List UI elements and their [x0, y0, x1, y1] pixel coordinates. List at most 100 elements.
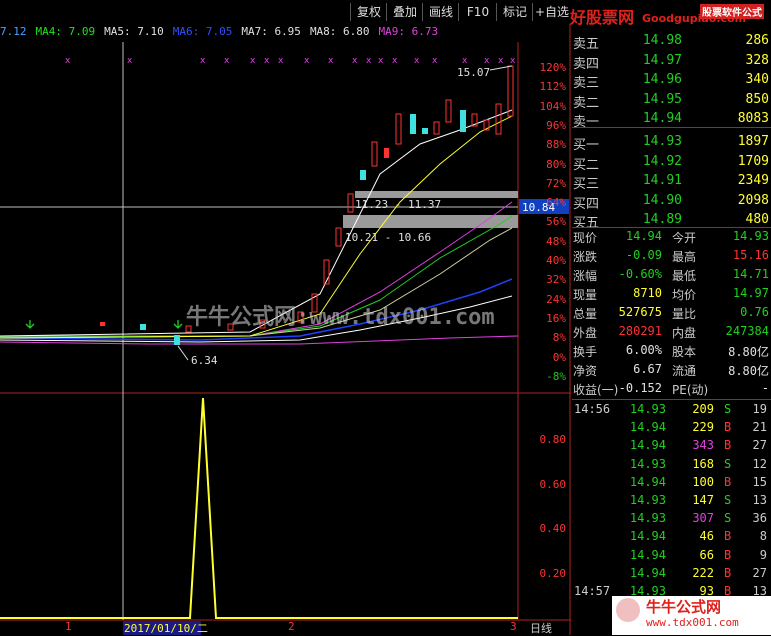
- quote-row: 换手 6.00% 股本 8.80亿: [572, 343, 771, 361]
- quote-row: 现量 8710 均价 14.97: [572, 286, 771, 304]
- book-price: 14.91: [642, 173, 682, 189]
- tick-price: 14.93: [629, 402, 666, 416]
- restore-rights-button[interactable]: 复权: [350, 3, 387, 21]
- quote-value: -0.152: [618, 381, 662, 395]
- tick-row: 14.93 168 S 12: [572, 457, 771, 475]
- quote-label-2: 均价: [672, 288, 697, 302]
- tick-price: 14.94: [629, 420, 666, 435]
- tick-row: 14.94 343 B 27: [572, 438, 771, 456]
- price-axis-label: 96%: [546, 118, 566, 132]
- tick-price: 14.93: [629, 511, 666, 526]
- price-axis-label: 8%: [552, 331, 566, 345]
- price-axis-label: 40%: [546, 254, 566, 267]
- daily-tab[interactable]: 日线: [530, 620, 552, 636]
- quote-value: -0.60%: [618, 267, 662, 281]
- quote-label-2: 今开: [672, 231, 697, 245]
- mark-button[interactable]: 标记: [496, 3, 533, 21]
- quote-value: 6.00%: [625, 343, 662, 357]
- book-price: 14.93: [642, 134, 682, 149]
- tick-volume: 307: [692, 511, 714, 526]
- ask-row[interactable]: 卖五 14.98 286: [572, 33, 771, 52]
- range-box-1: [355, 191, 518, 198]
- price-axis-label: 32%: [546, 273, 566, 287]
- tick-time: 14:57: [574, 584, 611, 598]
- book-qty: 850: [745, 91, 769, 107]
- tick-row: 14.94 222 B 27: [572, 566, 771, 584]
- x-label-1: 1: [65, 620, 72, 633]
- bid-row[interactable]: 买一 14.93 1897: [572, 134, 771, 153]
- book-label: 卖二: [573, 95, 600, 111]
- tick-count: 27: [752, 565, 767, 580]
- quote-label-2: 流通: [672, 364, 697, 378]
- kline-chart[interactable]: 10.84 11.23 - 11.37 10.21 - 10.66 xxxx x…: [0, 24, 571, 635]
- bid-row[interactable]: 买二 14.92 1709: [572, 154, 771, 173]
- tick-count: 19: [752, 402, 767, 416]
- quote-value-2: 8.80亿: [728, 364, 769, 378]
- bid-row[interactable]: 买三 14.91 2349: [572, 173, 771, 192]
- book-divider: [572, 127, 771, 128]
- tick-side: S: [724, 402, 732, 416]
- tick-count: 13: [752, 493, 767, 507]
- quote-value: 8710: [633, 286, 662, 300]
- quote-label-2: PE(动): [672, 383, 709, 397]
- price-axis-label: 64%: [546, 196, 566, 210]
- tick-side: B: [724, 420, 732, 435]
- quote-value-2: 14.97: [732, 286, 769, 300]
- tick-price: 14.94: [629, 547, 666, 562]
- ask-row[interactable]: 卖三 14.96 340: [572, 72, 771, 91]
- ask-row[interactable]: 卖二 14.95 850: [572, 92, 771, 111]
- quote-label-2: 最高: [672, 250, 697, 264]
- tick-volume: 100: [692, 474, 714, 489]
- book-label: 买二: [573, 157, 600, 173]
- quote-value-2: 8.80亿: [728, 345, 769, 359]
- watermark: 牛牛公式网:www.tdx001.com: [186, 304, 495, 330]
- svg-text:x: x: [378, 56, 384, 66]
- price-axis-label: 80%: [546, 157, 566, 171]
- tick-time: 14:56: [574, 402, 611, 416]
- quote-value: -0.09: [625, 248, 662, 262]
- f10-button[interactable]: F10: [458, 3, 497, 21]
- add-watchlist-button[interactable]: +自选: [532, 3, 571, 21]
- tick-side: B: [724, 547, 732, 562]
- draw-line-button[interactable]: 画线: [422, 3, 459, 21]
- quote-row: 外盘 280291 内盘 247384: [572, 324, 771, 342]
- svg-text:x: x: [414, 56, 420, 66]
- quote-label-2: 量比: [672, 307, 697, 321]
- svg-text:x: x: [200, 56, 206, 66]
- price-axis-label: 120%: [539, 61, 567, 74]
- logo-sub: Goodgupiao.com: [642, 12, 747, 25]
- quote-label: 净资: [573, 364, 598, 378]
- tick-volume: 66: [699, 547, 714, 562]
- svg-text:x: x: [264, 56, 270, 66]
- book-price: 14.94: [642, 111, 682, 127]
- tick-count: 8: [759, 529, 767, 544]
- price-axis-label: -8%: [546, 369, 566, 383]
- toolbar: 复权 叠加 画线 F10 标记 +自选 好股票网 股票软件公式 Goodgupi…: [0, 0, 771, 27]
- svg-text:x: x: [250, 56, 256, 66]
- tick-row: 14.94 100 B 15: [572, 475, 771, 493]
- book-qty: 480: [745, 212, 769, 228]
- quote-row: 净资 6.67 流通 8.80亿: [572, 362, 771, 380]
- range-label-2: 10.21 - 10.66: [345, 231, 431, 244]
- price-axis-label: 48%: [546, 234, 566, 248]
- tick-side: B: [724, 565, 732, 580]
- quote-value-2: 15.16: [732, 248, 769, 262]
- tick-price: 14.94: [629, 565, 666, 580]
- high-pointer: [489, 65, 513, 71]
- quote-row: 涨幅 -0.60% 最低 14.71: [572, 267, 771, 285]
- high-price-label: 15.07: [457, 66, 490, 79]
- quote-row: 现价 14.94 今开 14.93: [572, 229, 771, 247]
- x-label-3: 3: [510, 620, 517, 633]
- tick-volume: 46: [699, 529, 714, 544]
- price-axis-label: 24%: [546, 292, 566, 306]
- overlay-button[interactable]: 叠加: [386, 3, 423, 21]
- book-price: 14.98: [642, 33, 682, 48]
- indicator-axis-label: 0.40: [539, 522, 567, 535]
- quote-value: 280291: [618, 324, 662, 338]
- bid-row[interactable]: 买四 14.90 2098: [572, 193, 771, 212]
- indicator-line: [0, 397, 518, 619]
- ask-row[interactable]: 卖四 14.97 328: [572, 53, 771, 72]
- tick-count: 36: [752, 511, 767, 526]
- indicator-axis-label: 0.60: [539, 477, 567, 491]
- book-label: 买三: [573, 177, 600, 193]
